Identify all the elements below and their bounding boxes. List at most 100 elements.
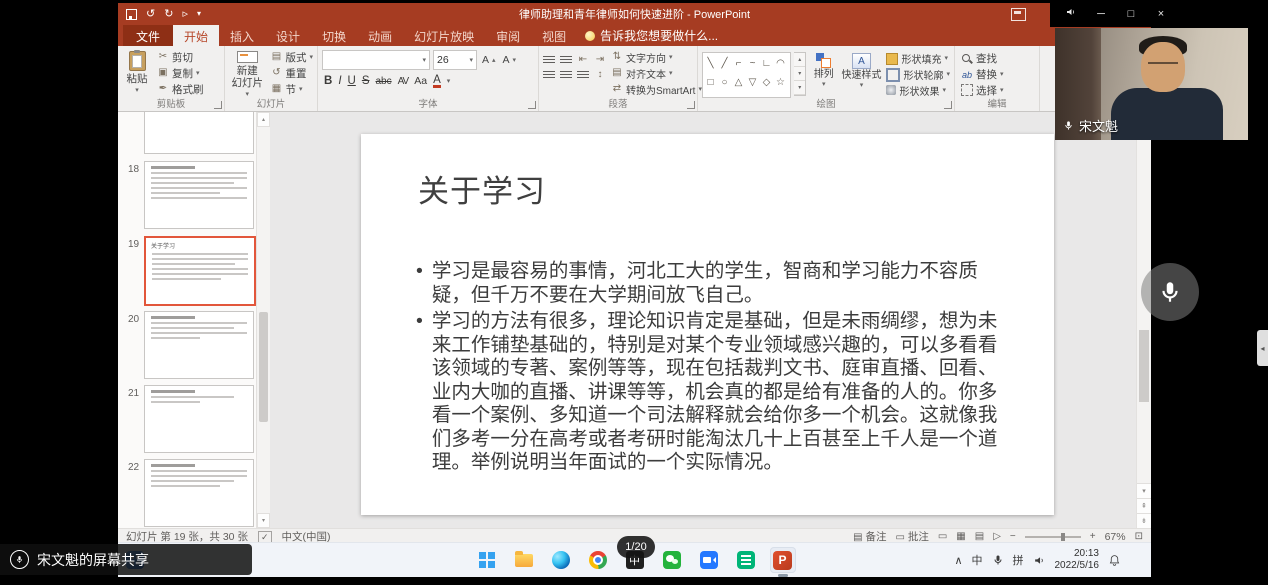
tray-mic-icon[interactable]: [992, 554, 1004, 566]
taskbar-clock[interactable]: 20:13 2022/5/16: [1055, 548, 1100, 573]
format-painter-button[interactable]: ✒格式刷: [155, 81, 206, 97]
wechat-button[interactable]: [659, 547, 685, 573]
thumb-scrollbar-thumb[interactable]: [259, 312, 268, 422]
strikethrough-button[interactable]: abc: [376, 76, 392, 87]
qat-customize-icon[interactable]: ▾: [197, 10, 201, 18]
shadow-button[interactable]: S: [362, 75, 370, 87]
redo-icon[interactable]: ↻: [164, 9, 173, 20]
slide-canvas[interactable]: 关于学习 •学习是最容易的事情，河北工大的学生，智商和学习能力不容质疑，但千万不…: [361, 134, 1054, 515]
change-case-button[interactable]: Aa: [414, 75, 427, 87]
zoom-level[interactable]: 67%: [1105, 531, 1126, 543]
reading-view-icon[interactable]: ▤: [975, 532, 984, 542]
tab-animations[interactable]: 动画: [357, 25, 403, 46]
next-slide-icon[interactable]: ⇟: [1137, 513, 1151, 528]
previous-slide-icon[interactable]: ⇞: [1137, 498, 1151, 513]
meeting-app-button[interactable]: [696, 547, 722, 573]
shapes-gallery[interactable]: ╲ ╱ ⌐ ~ ∟ ◠ □ ○ △ ▽ ◇ ☆: [702, 52, 791, 98]
align-center-icon[interactable]: [560, 71, 572, 80]
shrink-font-button[interactable]: A▾: [501, 52, 519, 68]
character-spacing-button[interactable]: AV: [398, 76, 409, 87]
paragraph-dialog-launcher-icon[interactable]: [687, 101, 695, 109]
tray-ime-pinyin[interactable]: 拼: [1013, 552, 1024, 568]
tab-transitions[interactable]: 切换: [311, 25, 357, 46]
find-button[interactable]: 查找: [959, 51, 1006, 67]
tray-ime-cn[interactable]: 中: [972, 552, 983, 568]
shapes-scroll-down-icon[interactable]: ▾: [794, 67, 804, 81]
thumbnail-slide-22[interactable]: 22: [118, 459, 256, 523]
drawing-dialog-launcher-icon[interactable]: [944, 101, 952, 109]
arrange-button[interactable]: 排列 ▾: [809, 49, 839, 98]
meeting-audio-icon[interactable]: [1065, 6, 1077, 18]
paste-button[interactable]: 粘贴 ▾: [122, 49, 152, 98]
zoom-slider-knob[interactable]: [1061, 533, 1065, 541]
thumb-scroll-down-icon[interactable]: ▾: [257, 513, 270, 528]
decrease-indent-icon[interactable]: ⇤: [577, 55, 589, 65]
main-scroll-down-icon[interactable]: ▾: [1137, 483, 1151, 498]
font-dialog-launcher-icon[interactable]: [528, 101, 536, 109]
tell-me-box[interactable]: 告诉我您想要做什么...: [585, 25, 718, 46]
shape-icon[interactable]: ╲: [705, 54, 716, 73]
shape-outline-button[interactable]: 形状轮廓▾: [884, 67, 952, 83]
thumb-scroll-up-icon[interactable]: ▴: [257, 112, 270, 127]
ribbon-display-options-icon[interactable]: [1011, 8, 1026, 21]
layout-button[interactable]: ▤版式▾: [268, 49, 315, 65]
replace-button[interactable]: ab替换▾: [959, 67, 1006, 83]
text-direction-button[interactable]: ⇅文字方向▾: [609, 49, 704, 65]
undo-icon[interactable]: ↺: [146, 9, 155, 20]
tab-home[interactable]: 开始: [173, 25, 219, 46]
normal-view-icon[interactable]: ▭: [938, 532, 947, 542]
tray-speaker-icon[interactable]: [1033, 554, 1046, 567]
save-icon[interactable]: [126, 9, 137, 20]
tab-slideshow[interactable]: 幻灯片放映: [403, 25, 485, 46]
microphone-overlay-button[interactable]: [1141, 263, 1199, 321]
shape-icon[interactable]: ◇: [761, 73, 772, 92]
thumbnail-slide-20[interactable]: 20: [118, 311, 256, 375]
docs-app-button[interactable]: [733, 547, 759, 573]
file-explorer-button[interactable]: [511, 547, 537, 573]
clipboard-dialog-launcher-icon[interactable]: [214, 101, 222, 109]
main-scrollbar[interactable]: ▴ ▾ ⇞ ⇟: [1136, 112, 1151, 528]
thumbnail-slide-18[interactable]: 18: [118, 161, 256, 225]
panel-collapse-tab[interactable]: ◂: [1257, 330, 1268, 366]
tray-expand-icon[interactable]: ∧: [954, 554, 962, 567]
fit-to-window-icon[interactable]: ⊡: [1135, 532, 1143, 542]
chrome-button[interactable]: [585, 547, 611, 573]
grow-font-button[interactable]: A▴: [480, 52, 498, 68]
bold-button[interactable]: B: [324, 75, 332, 87]
font-name-combobox[interactable]: ▾: [322, 50, 430, 70]
proofing-icon[interactable]: ✓: [258, 531, 272, 543]
section-button[interactable]: ▦节▾: [268, 81, 315, 97]
shape-icon[interactable]: ∟: [761, 54, 772, 73]
thumbnail-scrollbar[interactable]: ▴ ▾: [256, 112, 270, 528]
align-text-button[interactable]: ▤对齐文本▾: [609, 65, 704, 81]
increase-indent-icon[interactable]: ⇥: [594, 55, 606, 65]
bullets-icon[interactable]: [543, 56, 555, 65]
thumbnail-slide-21[interactable]: 21: [118, 385, 256, 449]
slideshow-view-icon[interactable]: ▷: [993, 532, 1001, 542]
slideshow-from-start-icon[interactable]: ▹: [182, 9, 188, 20]
minimize-button[interactable]: ─: [1086, 8, 1116, 20]
thumbnail-slide-17[interactable]: [118, 112, 256, 150]
shapes-scroll-up-icon[interactable]: ▴: [794, 53, 804, 67]
share-mic-icon[interactable]: [10, 550, 29, 569]
tab-view[interactable]: 视图: [531, 25, 577, 46]
main-scrollbar-thumb[interactable]: [1139, 330, 1149, 402]
shape-icon[interactable]: □: [705, 73, 716, 92]
shape-icon[interactable]: ◠: [775, 54, 786, 73]
underline-button[interactable]: U: [348, 75, 356, 87]
cut-button[interactable]: ✂剪切: [155, 49, 206, 65]
align-right-icon[interactable]: [577, 71, 589, 80]
tab-review[interactable]: 审阅: [485, 25, 531, 46]
shape-fill-button[interactable]: 形状填充▾: [884, 51, 952, 67]
convert-smartart-button[interactable]: ⇄转换为SmartArt▾: [609, 81, 704, 97]
notification-bell-icon[interactable]: [1108, 554, 1121, 567]
new-slide-button[interactable]: 新建幻灯片 ▾: [229, 49, 265, 98]
zoom-out-icon[interactable]: −: [1010, 532, 1016, 542]
shape-icon[interactable]: △: [733, 73, 744, 92]
tab-design[interactable]: 设计: [265, 25, 311, 46]
italic-button[interactable]: I: [338, 75, 341, 87]
shape-icon[interactable]: ○: [719, 73, 730, 92]
slide-sorter-view-icon[interactable]: ▦: [956, 532, 965, 542]
close-button[interactable]: ×: [1146, 8, 1176, 20]
maximize-button[interactable]: □: [1116, 8, 1146, 20]
